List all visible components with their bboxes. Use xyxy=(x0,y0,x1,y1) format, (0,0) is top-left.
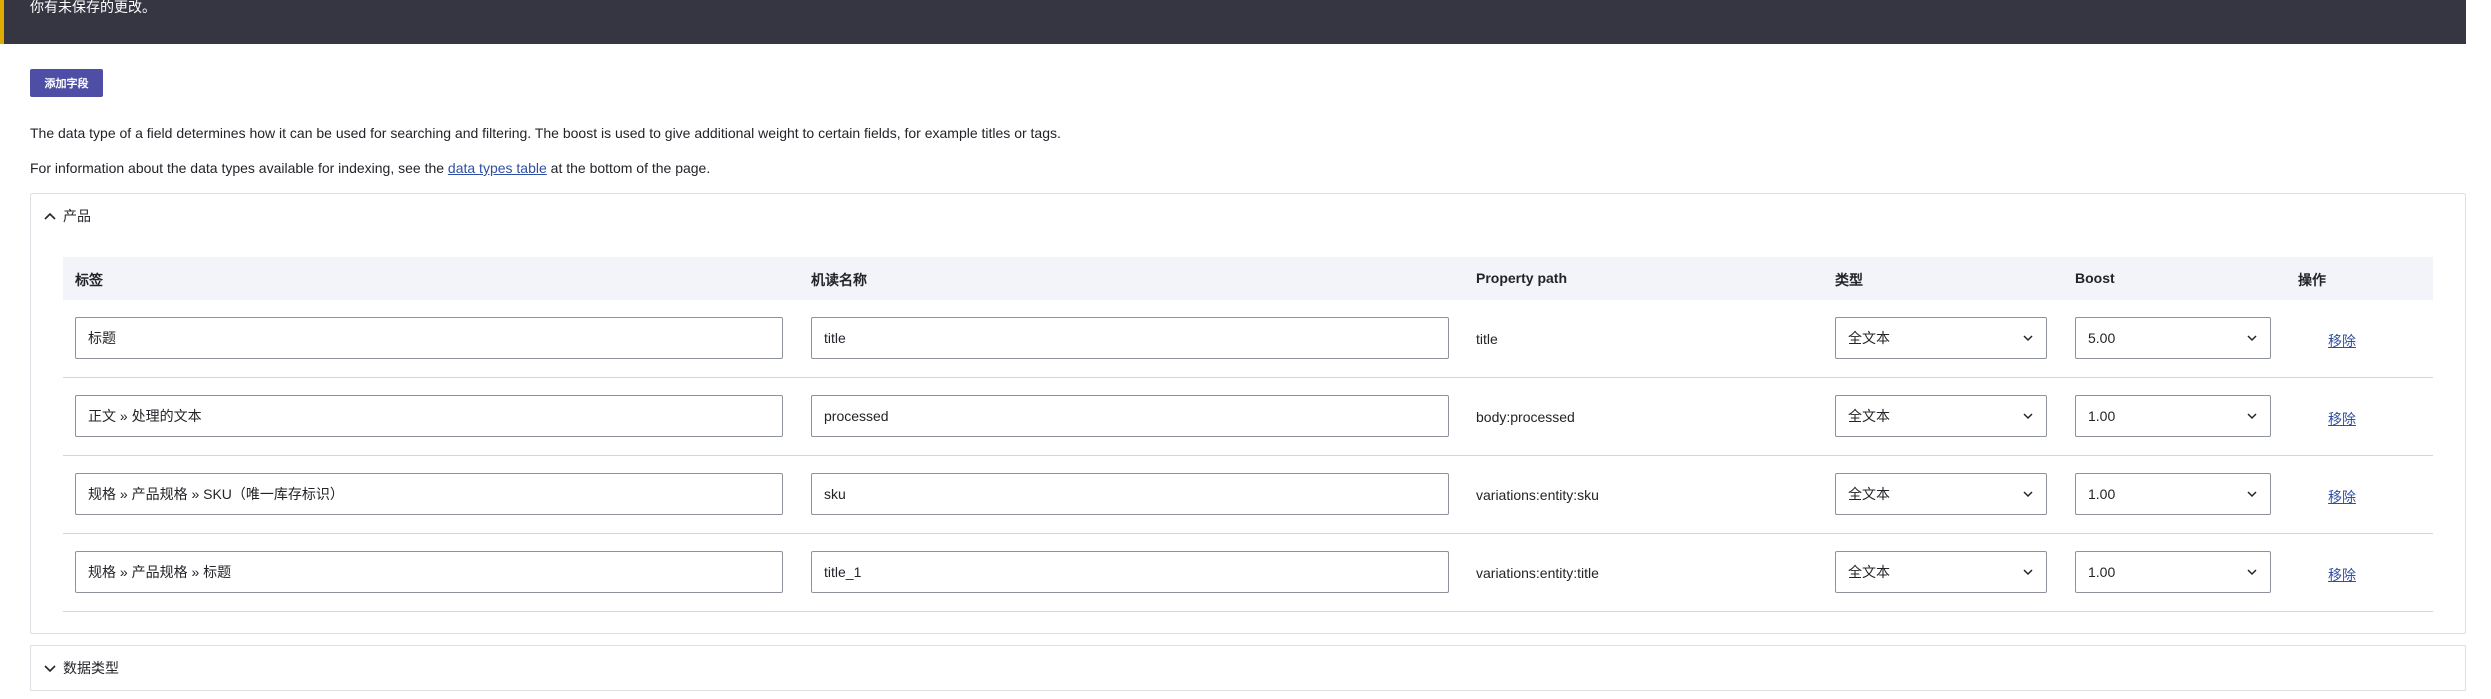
data-types-panel: 数据类型 xyxy=(30,645,2466,691)
boost-select[interactable]: 5.00 xyxy=(2075,317,2271,359)
table-row: 规格 » 产品规格 » SKU（唯一库存标识） sku variations:e… xyxy=(63,456,2433,534)
header-machine-name: 机读名称 xyxy=(811,272,867,288)
product-panel-toggle[interactable]: 产品 xyxy=(43,208,91,224)
chevron-down-icon xyxy=(2247,335,2257,342)
header-boost: Boost xyxy=(2075,270,2115,286)
type-select-value: 全文本 xyxy=(1848,564,1890,580)
label-input[interactable]: 标题 xyxy=(75,317,783,359)
boost-select[interactable]: 1.00 xyxy=(2075,395,2271,437)
label-input[interactable]: 规格 » 产品规格 » 标题 xyxy=(75,551,783,593)
remove-link[interactable]: 移除 xyxy=(2328,565,2356,585)
boost-select-value: 1.00 xyxy=(2088,486,2116,502)
remove-link[interactable]: 移除 xyxy=(2328,331,2356,351)
chevron-down-icon xyxy=(2023,413,2033,420)
boost-select-value: 1.00 xyxy=(2088,408,2116,424)
description-line-1: The data type of a field determines how … xyxy=(30,125,1061,141)
data-types-panel-title: 数据类型 xyxy=(63,660,119,676)
chevron-down-icon xyxy=(2023,335,2033,342)
machine-name-input[interactable]: title xyxy=(811,317,1449,359)
description-line-2: For information about the data types ava… xyxy=(30,160,710,176)
header-type: 类型 xyxy=(1835,272,1863,288)
chevron-down-icon xyxy=(2023,491,2033,498)
boost-select[interactable]: 1.00 xyxy=(2075,551,2271,593)
type-select[interactable]: 全文本 xyxy=(1835,395,2047,437)
description-suffix: at the bottom of the page. xyxy=(546,160,711,176)
table-row: 标题 title title 全文本 5.00 移除 xyxy=(63,300,2433,378)
type-select[interactable]: 全文本 xyxy=(1835,473,2047,515)
machine-name-input[interactable]: sku xyxy=(811,473,1449,515)
machine-name-input[interactable]: processed xyxy=(811,395,1449,437)
type-select-value: 全文本 xyxy=(1848,408,1890,424)
product-panel-title: 产品 xyxy=(63,208,91,224)
header-property-path: Property path xyxy=(1476,270,1568,286)
fields-table: 标签 机读名称 Property path 类型 Boost 操作 标题 tit… xyxy=(63,257,2433,612)
type-select[interactable]: 全文本 xyxy=(1835,551,2047,593)
message-text: 你有未保存的更改。 xyxy=(30,0,156,15)
boost-select[interactable]: 1.00 xyxy=(2075,473,2271,515)
product-fields-panel: 产品 标签 机读名称 Property path 类型 Boost 操作 标题 … xyxy=(30,193,2466,634)
data-types-table-link[interactable]: data types table xyxy=(448,160,547,176)
chevron-down-icon xyxy=(2247,413,2257,420)
label-input[interactable]: 正文 » 处理的文本 xyxy=(75,395,783,437)
add-field-button[interactable]: 添加字段 xyxy=(30,69,103,97)
chevron-down-icon xyxy=(2247,569,2257,576)
boost-select-value: 5.00 xyxy=(2088,330,2116,346)
property-path: variations:entity:sku xyxy=(1476,487,1599,503)
data-types-panel-toggle[interactable]: 数据类型 xyxy=(43,660,119,676)
chevron-down-icon xyxy=(2247,491,2257,498)
table-row: 规格 » 产品规格 » 标题 title_1 variations:entity… xyxy=(63,534,2433,612)
type-select-value: 全文本 xyxy=(1848,486,1890,502)
header-label: 标签 xyxy=(75,272,103,288)
chevron-down-icon xyxy=(44,665,56,673)
remove-link[interactable]: 移除 xyxy=(2328,409,2356,429)
property-path: variations:entity:title xyxy=(1476,565,1599,581)
header-operations: 操作 xyxy=(2298,272,2326,288)
unsaved-changes-message: 你有未保存的更改。 xyxy=(0,0,2466,44)
description-prefix: For information about the data types ava… xyxy=(30,160,448,176)
table-header: 标签 机读名称 Property path 类型 Boost 操作 xyxy=(63,257,2433,300)
property-path: body:processed xyxy=(1476,409,1575,425)
label-input[interactable]: 规格 » 产品规格 » SKU（唯一库存标识） xyxy=(75,473,783,515)
machine-name-input[interactable]: title_1 xyxy=(811,551,1449,593)
property-path: title xyxy=(1476,331,1498,347)
boost-select-value: 1.00 xyxy=(2088,564,2116,580)
chevron-down-icon xyxy=(2023,569,2033,576)
type-select[interactable]: 全文本 xyxy=(1835,317,2047,359)
type-select-value: 全文本 xyxy=(1848,330,1890,346)
remove-link[interactable]: 移除 xyxy=(2328,487,2356,507)
table-row: 正文 » 处理的文本 processed body:processed 全文本 … xyxy=(63,378,2433,456)
chevron-up-icon xyxy=(44,212,56,220)
